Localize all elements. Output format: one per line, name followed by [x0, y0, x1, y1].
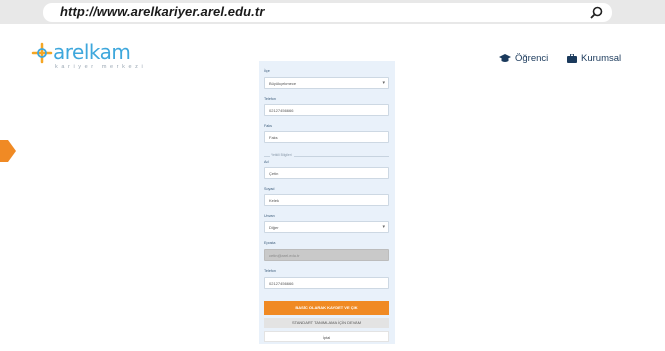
chevron-down-icon: ▾ [382, 224, 385, 230]
side-arrow-tab-icon[interactable] [0, 140, 16, 162]
nav-kurumsal[interactable]: Kurumsal [567, 53, 621, 64]
cancel-button[interactable]: İptal [264, 331, 389, 342]
nav-kurumsal-label: Kurumsal [581, 53, 622, 64]
faks-input[interactable]: Faks [264, 131, 389, 143]
save-basic-button[interactable]: BASİC OLARAK KAYDET VE ÇIK [264, 301, 389, 315]
telefon-2-value: 02127456666 [269, 281, 294, 286]
continue-standard-button[interactable]: STANDART TANIMLAMA İÇİN DEVAM [264, 318, 389, 328]
soyad-value: Kelek [269, 198, 280, 203]
nav-ogrenci-label: Öğrenci [515, 53, 549, 64]
telefon-2-input[interactable]: 02127456666 [264, 277, 389, 289]
url-text: http://www.arelkariyer.arel.edu.tr [60, 4, 265, 19]
logo-text: arelkam [53, 40, 131, 64]
field-label-faks: Faks [264, 124, 272, 128]
nav-ogrenci[interactable]: Öğrenci [499, 53, 548, 64]
field-label-telefon: Telefon [264, 97, 276, 101]
faks-value: Faks [269, 135, 278, 140]
graduation-cap-icon [499, 54, 511, 62]
ilce-value: Büyükçekmece [269, 81, 297, 86]
ad-value: Çetin [269, 171, 279, 176]
briefcase-icon [567, 54, 577, 63]
browser-address-bar: http://www.arelkariyer.arel.edu.tr [0, 0, 665, 24]
chevron-down-icon: ▾ [382, 80, 385, 86]
eposta-value: cetin@arel.edu.tr [269, 253, 300, 258]
unvan-select[interactable]: Diğer ▾ [264, 221, 389, 233]
logo-subtitle: kariyer merkezi [55, 64, 147, 70]
unvan-value: Diğer [269, 225, 279, 230]
field-label-ad: Ad [264, 160, 269, 164]
telefon-input[interactable]: 02127456666 [264, 104, 389, 116]
section-divider: Yetkili Bilgileri [264, 153, 389, 159]
arelkam-logo[interactable]: arelkam kariyer merkezi [31, 40, 171, 76]
field-label-soyad: Soyad [264, 187, 275, 191]
section-label: Yetkili Bilgileri [271, 153, 292, 157]
search-icon[interactable] [588, 5, 604, 21]
telefon-value: 02127456666 [269, 108, 294, 113]
eposta-input: cetin@arel.edu.tr [264, 249, 389, 261]
field-label-ilce: İlçe [264, 69, 270, 73]
field-label-telefon-2: Telefon [264, 269, 276, 273]
soyad-input[interactable]: Kelek [264, 194, 389, 206]
field-label-eposta: Eposta [264, 241, 276, 245]
logo-mark-icon [31, 42, 53, 64]
ilce-select[interactable]: Büyükçekmece ▾ [264, 77, 389, 89]
ad-input[interactable]: Çetin [264, 167, 389, 179]
field-label-unvan: Unvan [264, 214, 275, 218]
